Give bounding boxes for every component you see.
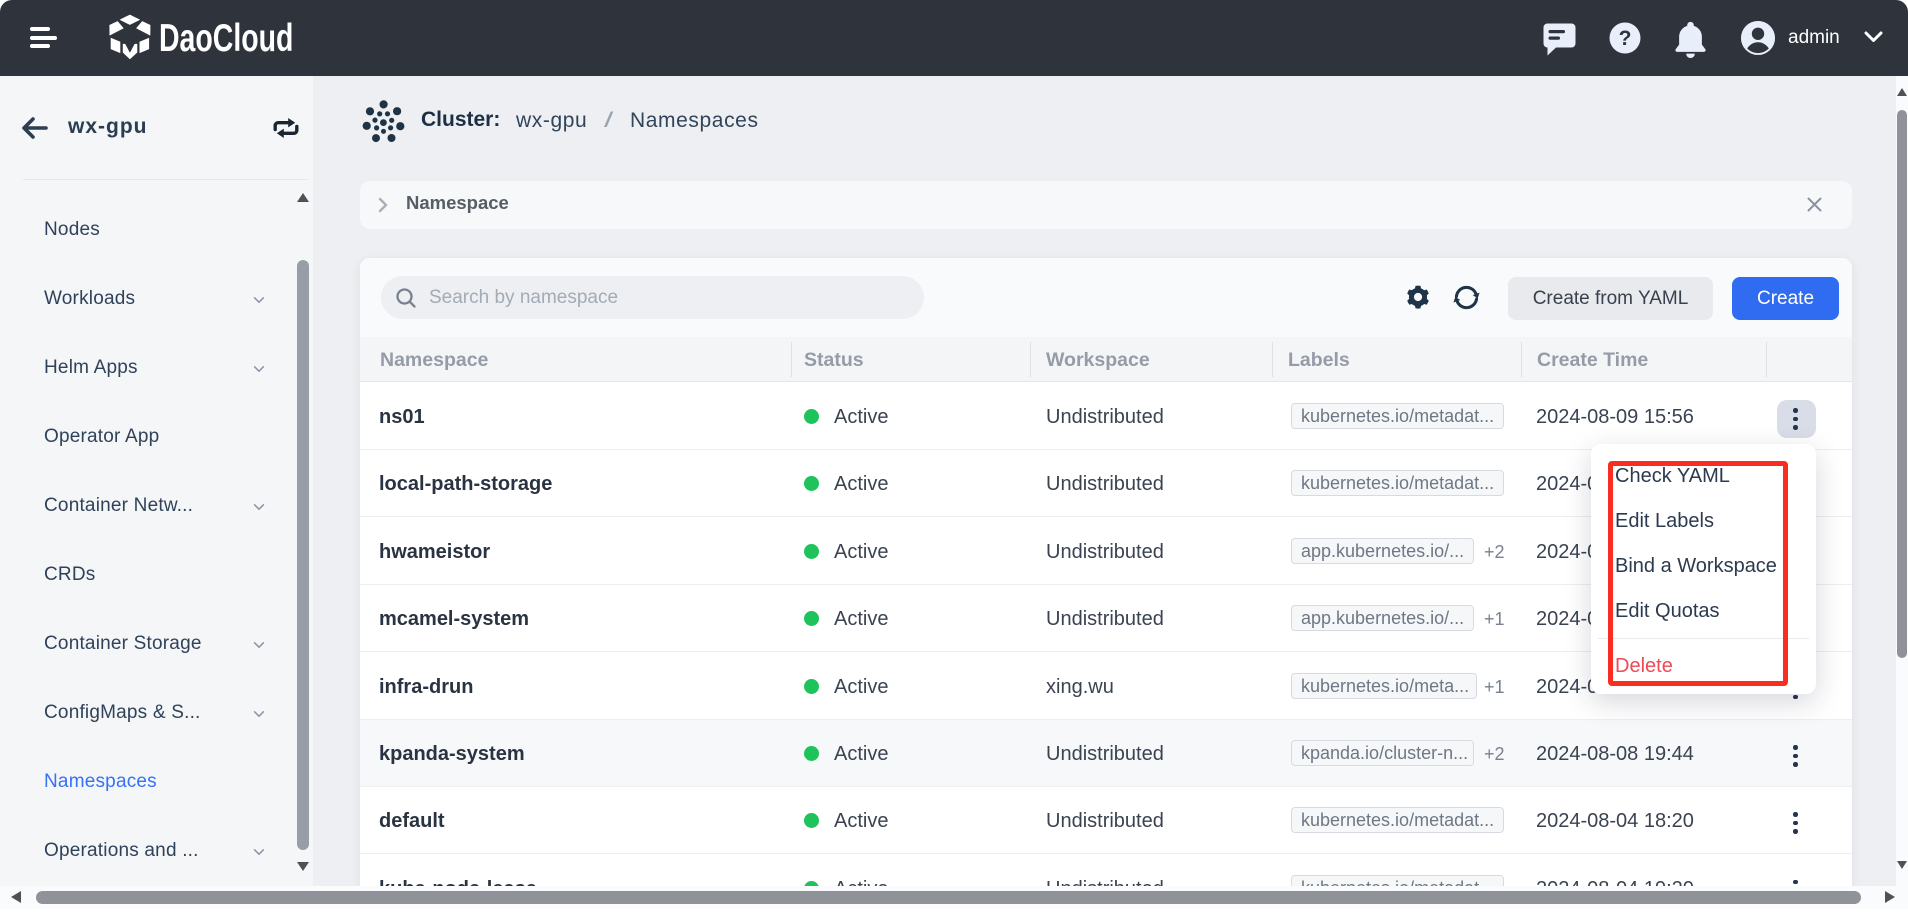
svg-text:?: ? bbox=[1619, 27, 1632, 50]
